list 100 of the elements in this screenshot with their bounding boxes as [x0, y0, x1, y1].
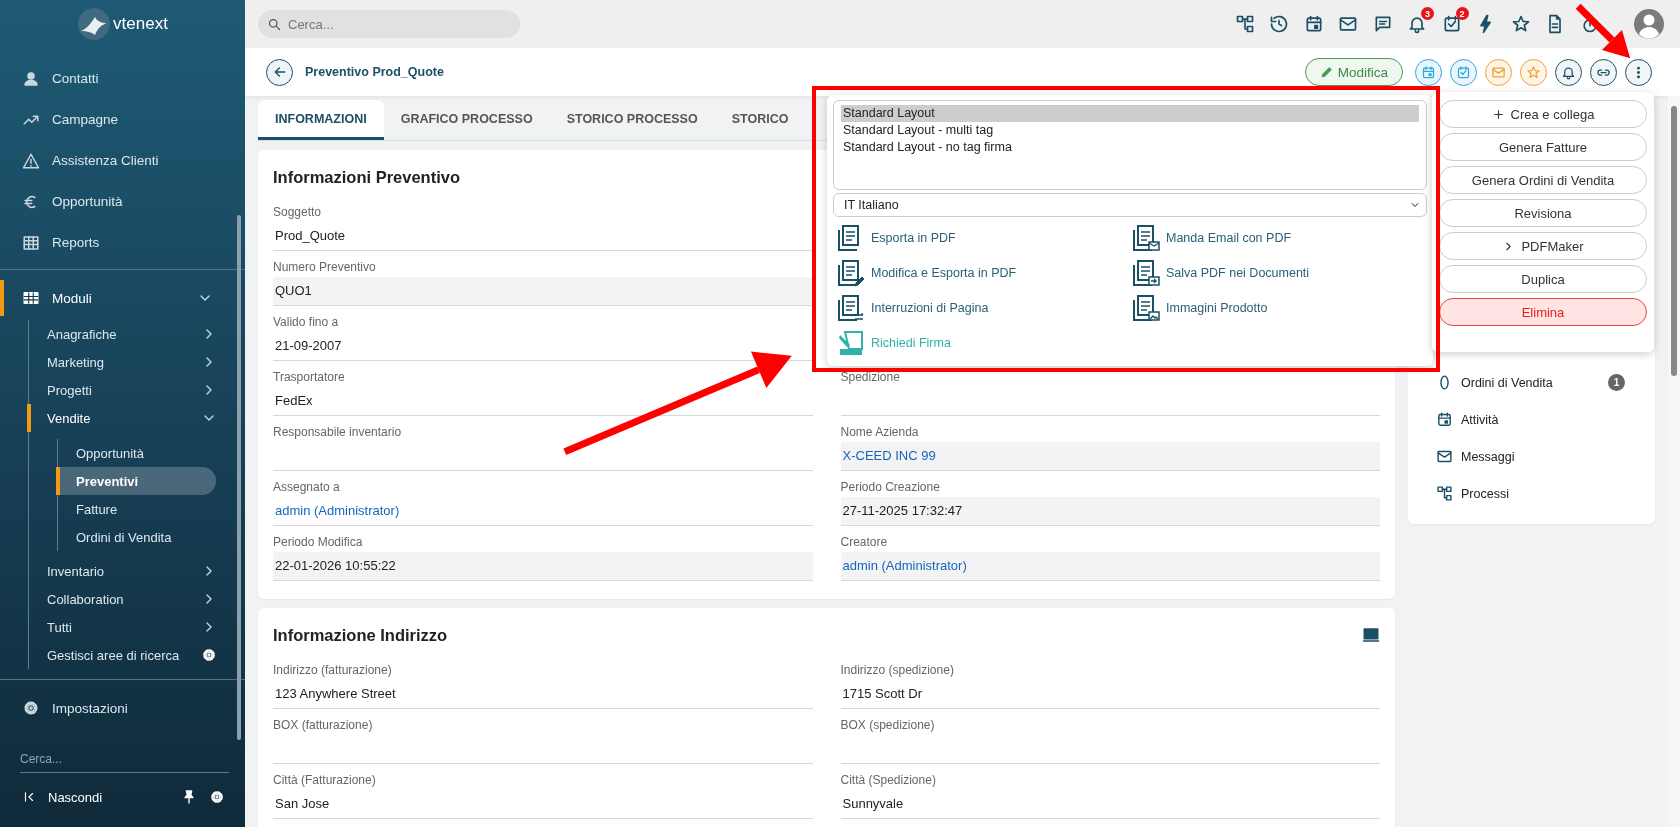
sidebar-item[interactable]: Anagrafiche — [27, 320, 245, 348]
star-icon[interactable] — [1510, 14, 1531, 34]
sidebar-item[interactable]: Preventivi — [56, 467, 216, 495]
menu-button[interactable]: PDFMaker — [1439, 232, 1647, 260]
pdf-action-link[interactable]: Interruzioni di Pagina — [837, 293, 1132, 322]
search-field[interactable]: Cerca... — [258, 10, 520, 38]
pdf-action-link[interactable]: Esporta in PDF — [837, 223, 1132, 252]
field-label: Responsabile inventario — [273, 424, 403, 440]
document-pencil-icon — [837, 258, 865, 287]
sidebar-item[interactable]: Tutti — [27, 613, 245, 641]
related-item[interactable]: Messaggi — [1408, 438, 1655, 475]
pin-icon[interactable] — [181, 789, 197, 805]
sidebar-item[interactable]: Marketing — [27, 348, 245, 376]
monitor-icon[interactable] — [1362, 626, 1380, 644]
field-link[interactable]: admin (Administrator) — [840, 552, 1380, 581]
sidebar-item[interactable]: Reports — [0, 222, 245, 263]
sidebar-item[interactable]: Gestisci aree di ricerca — [27, 641, 245, 669]
sidebar-item[interactable]: Contatti — [0, 58, 245, 99]
scrollbar[interactable] — [1668, 96, 1680, 827]
field-link[interactable]: admin (Administrator) — [273, 497, 813, 526]
field-label: BOX (spedizione) — [840, 717, 936, 733]
section-title: Informazioni Preventivo — [273, 167, 461, 187]
bell-icon — [1561, 64, 1576, 80]
related-item[interactable]: Processi — [1408, 475, 1655, 512]
list-option[interactable]: Standard Layout — [841, 105, 1419, 122]
language-select[interactable]: IT Italiano — [833, 193, 1427, 217]
flowchart-icon — [1436, 485, 1453, 502]
avatar-icon[interactable] — [1634, 9, 1664, 39]
sidebar-item[interactable]: Fatture — [56, 495, 216, 523]
sidebar-item[interactable]: Campagne — [0, 99, 245, 140]
field-link[interactable]: X-CEED INC 99 — [840, 442, 1380, 471]
field-value: QUO1 — [273, 277, 813, 306]
pdf-action-link[interactable]: Modifica e Esporta in PDF — [837, 258, 1132, 287]
warning-icon — [22, 151, 40, 170]
field-value: FedEx — [273, 387, 813, 416]
sidebar-item[interactable]: Impostazioni — [0, 690, 245, 726]
tab[interactable]: INFORMAZIONI — [258, 100, 384, 140]
sidebar-item[interactable]: Opportunità — [0, 181, 245, 222]
envelope-icon[interactable] — [1338, 14, 1358, 34]
tab[interactable]: STORICO PROCESSO — [549, 100, 715, 140]
logo-icon — [77, 7, 112, 41]
menu-button[interactable]: Elimina — [1439, 298, 1647, 326]
table-icon — [22, 233, 40, 252]
sidebar-item[interactable]: Assistenza Clienti — [0, 140, 245, 181]
field-label: Spedizione — [840, 369, 901, 385]
scrollbar[interactable] — [237, 215, 241, 740]
grid-icon — [22, 289, 40, 307]
action-button[interactable] — [1555, 58, 1582, 86]
pdf-action-link[interactable]: Manda Email con PDF — [1132, 223, 1427, 252]
menu-button[interactable]: Crea e collega — [1439, 100, 1647, 128]
section-title: Informazione Indirizzo — [273, 625, 448, 645]
field-label: Creatore — [840, 534, 889, 550]
tab[interactable]: STORICO — [714, 100, 806, 140]
settings-icon — [201, 647, 217, 663]
menu-button[interactable]: Revisiona — [1439, 199, 1647, 227]
collapse-icon — [22, 790, 36, 804]
envelope-icon — [1491, 64, 1506, 80]
layout-list[interactable]: Standard Layout Standard Layout - multi tag Standard Layout - no tag firma — [833, 100, 1427, 190]
sidebar-item[interactable]: Opportunità — [56, 439, 216, 467]
settings-icon — [22, 699, 40, 717]
task-badge: 2 — [1455, 7, 1469, 20]
sidebar-item[interactable]: Ordini di Vendita — [56, 523, 216, 551]
related-item[interactable]: Attività — [1408, 401, 1655, 438]
action-button[interactable] — [1625, 58, 1652, 86]
sidebar-item[interactable]: Progetti — [27, 376, 245, 404]
sidebar-item[interactable]: Collaboration — [27, 585, 245, 613]
list-option[interactable]: Standard Layout - multi tag — [841, 122, 1419, 139]
field-label: Città (Spedizione) — [840, 772, 937, 788]
pdf-action-link[interactable]: Immagini Prodotto — [1132, 293, 1427, 322]
document-arrow-icon — [1132, 258, 1160, 287]
calendar-icon — [1421, 64, 1436, 80]
field-label: Numero Preventivo — [273, 259, 377, 275]
action-button[interactable] — [1590, 58, 1617, 86]
list-option[interactable]: Standard Layout - no tag firma — [841, 139, 1419, 156]
field-label: Assegnato a — [273, 479, 341, 495]
menu-button[interactable]: Genera Ordini di Vendita — [1439, 166, 1647, 194]
record-title: Preventivo Prod_Quote — [305, 65, 444, 79]
collapse-link[interactable]: Nascondi — [22, 789, 103, 805]
count-badge: 1 — [1608, 374, 1625, 391]
field-label: Valido fino a — [273, 314, 340, 330]
field-value: Sunnyvale — [840, 790, 1380, 819]
back-button[interactable] — [266, 58, 293, 86]
pdf-action-link[interactable]: Salva PDF nei Documenti — [1132, 258, 1427, 287]
flowchart-icon[interactable] — [1234, 14, 1255, 34]
field-label: Trasportatore — [273, 369, 346, 385]
menu-button[interactable]: Genera Fatture — [1439, 133, 1647, 161]
field-label: BOX (fatturazione) — [273, 717, 374, 733]
bell-icon[interactable] — [1407, 14, 1427, 34]
history-icon[interactable] — [1269, 14, 1289, 34]
sidebar-item[interactable]: Inventario — [27, 557, 245, 585]
annotation-arrow — [1575, 3, 1630, 58]
checkbox-icon — [1456, 64, 1471, 80]
menu-button[interactable]: Duplica — [1439, 265, 1647, 293]
edit-button[interactable]: Modifica — [1304, 58, 1403, 86]
field-label: Indirizzo (spedizione) — [840, 662, 955, 678]
related-item[interactable]: Ordini di Vendita 1 — [1408, 364, 1655, 401]
search-field[interactable]: Cerca... — [20, 746, 229, 773]
tab[interactable]: GRAFICO PROCESSO — [383, 100, 550, 140]
field-value: 22-01-2026 10:55:22 — [273, 552, 813, 581]
settings-icon[interactable] — [209, 789, 225, 805]
